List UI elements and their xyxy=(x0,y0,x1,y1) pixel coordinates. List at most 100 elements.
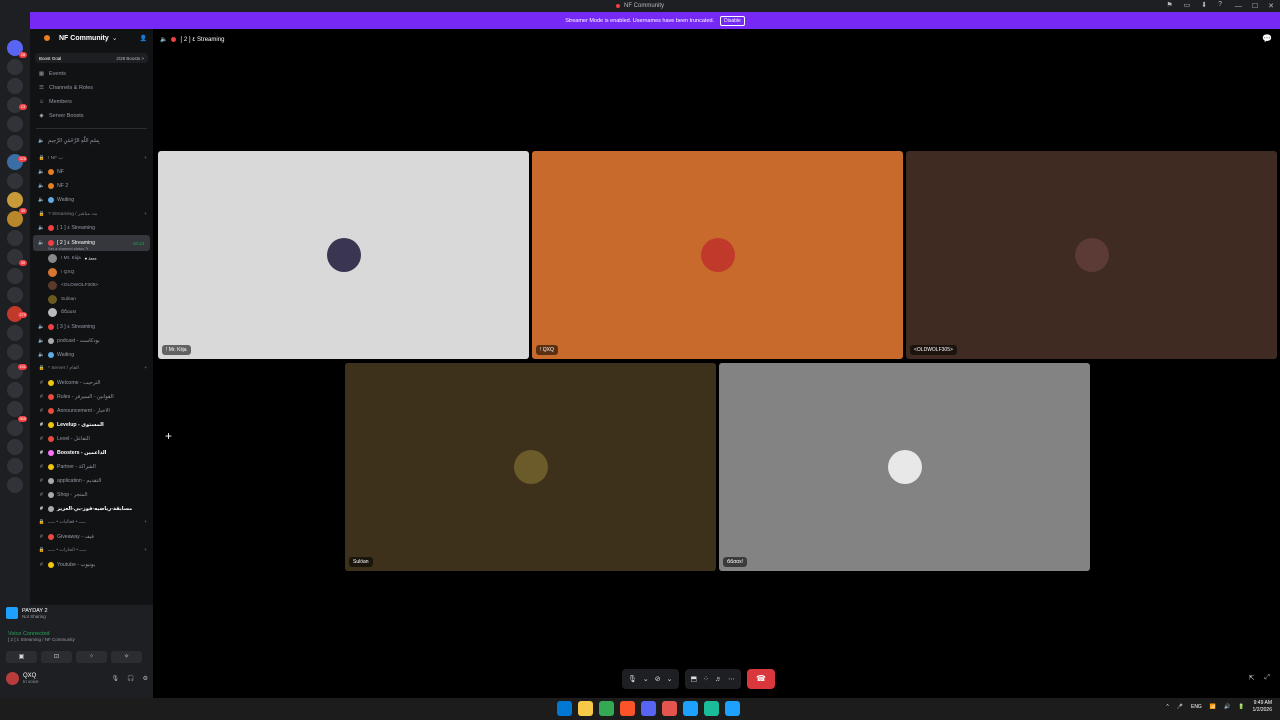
text-channel[interactable]: # Youtube - يوتيوب xyxy=(30,558,153,572)
server-icon[interactable] xyxy=(7,116,23,132)
voice-connected-info[interactable]: Voice Connected [ 2 ] ٤ Streaming / NF C… xyxy=(8,631,75,643)
voice-channel[interactable]: 🔈 NF xyxy=(30,165,153,179)
add-channel-icon[interactable]: + xyxy=(144,212,147,217)
tray-chevron-icon[interactable]: ^ xyxy=(1166,704,1168,710)
server-header[interactable]: NF Community ⌄ 👤 xyxy=(30,29,153,47)
text-channel[interactable]: # application - التقديم xyxy=(30,474,153,488)
sidebar-nav-channels-roles[interactable]: ☰ Channels & Roles xyxy=(30,81,153,95)
channel-category[interactable]: 🔒! NF ب + xyxy=(30,151,153,165)
taskbar-app-icon[interactable] xyxy=(725,701,740,716)
voice-channel[interactable]: 🔈 [ 3 ] ٤ Streaming xyxy=(30,320,153,334)
text-channel[interactable]: # Level - التفاعل xyxy=(30,432,153,446)
server-icon[interactable] xyxy=(7,59,23,75)
add-channel-icon[interactable]: + xyxy=(144,548,147,553)
popout-icon[interactable]: ⇱ xyxy=(1249,674,1255,682)
disable-streamer-mode-button[interactable]: Disable xyxy=(720,15,745,26)
activities-icon[interactable]: ⁘ xyxy=(703,675,709,683)
soundboard-icon[interactable]: ♬ xyxy=(715,676,722,683)
camera-off-button[interactable]: ▣ xyxy=(6,651,37,663)
channel-category[interactable]: 🔒 * Server / العام + xyxy=(30,362,153,376)
server-icon[interactable] xyxy=(7,192,23,208)
server-icon[interactable] xyxy=(7,344,23,360)
server-icon[interactable] xyxy=(7,173,23,189)
voice-member[interactable]: <OLDWOLF305> xyxy=(30,279,153,293)
bismillah-channel[interactable]: 🔈 بِسْمِ اللَّهِ الرَّحْمَٰنِ الرَّحِيمِ xyxy=(30,134,153,148)
boost-goal[interactable]: Boost Goal 2/28 Boosts > xyxy=(35,53,148,63)
mic-icon[interactable]: 🎙 xyxy=(112,675,120,682)
server-icon[interactable] xyxy=(7,268,23,284)
text-channel[interactable]: # Rules - القوانين - السيرفر xyxy=(30,390,153,404)
microphone-tray-icon[interactable]: 🎤 xyxy=(1177,704,1183,710)
add-channel-icon[interactable]: + xyxy=(144,520,147,525)
taskbar-app-icon[interactable] xyxy=(599,701,614,716)
channel-category[interactable]: 🔒 ـــــ • فعاليات • ـــــ + xyxy=(30,516,153,530)
voice-member[interactable]: Sulöan xyxy=(30,293,153,307)
taskbar-app-icon[interactable] xyxy=(662,701,677,716)
language-indicator[interactable]: ENG xyxy=(1191,704,1202,710)
soundboard-button[interactable]: ✧ xyxy=(111,651,142,663)
voice-member[interactable]: ! QXQ xyxy=(30,266,153,280)
voice-channel[interactable]: 🔈 NF 2 xyxy=(30,179,153,193)
chevron-down-icon[interactable]: ⌄ xyxy=(643,675,649,683)
server-icon[interactable] xyxy=(7,382,23,398)
add-member-icon[interactable]: 👤 xyxy=(140,35,147,42)
text-channel[interactable]: # Welcome - الترحيب xyxy=(30,376,153,390)
text-channel[interactable]: # Partner - الشراكة xyxy=(30,460,153,474)
screen-icon[interactable]: ▭ xyxy=(1184,1,1191,9)
clock[interactable]: 9:49 AM 1/2/2026 xyxy=(1253,700,1272,714)
mic-icon[interactable]: 🎙 xyxy=(628,675,637,683)
channel-category[interactable]: 🔒? Streaming / بث مباشر + xyxy=(30,207,153,221)
text-channel[interactable]: # Boosters - الداعمين xyxy=(30,446,153,460)
voice-channel[interactable]: 🔈 [ 1 ] ٤ Streaming xyxy=(30,221,153,235)
maximize-button[interactable]: ☐ xyxy=(1252,2,1258,10)
server-icon[interactable] xyxy=(7,287,23,303)
leave-call-button[interactable]: ☎ xyxy=(747,669,776,689)
video-tile[interactable]: <OLDWOLF305> xyxy=(906,151,1277,359)
video-tile[interactable]: ճճααѕ! xyxy=(719,363,1090,571)
sidebar-nav-members[interactable]: ☺ Members xyxy=(30,95,153,109)
voice-channel[interactable]: 🔈 Waiting xyxy=(30,348,153,362)
wifi-icon[interactable]: 📶 xyxy=(1210,704,1216,710)
add-channel-icon[interactable]: + xyxy=(144,156,147,161)
server-icon[interactable] xyxy=(7,78,23,94)
help-icon[interactable]: ? xyxy=(1218,1,1222,9)
taskbar-app-icon[interactable] xyxy=(641,701,656,716)
fullscreen-icon[interactable]: ⤢ xyxy=(1264,674,1270,682)
server-icon[interactable] xyxy=(7,477,23,493)
headphones-icon[interactable]: 🎧 xyxy=(127,675,134,682)
volume-icon[interactable]: 🔊 xyxy=(1224,704,1230,710)
server-icon[interactable] xyxy=(7,230,23,246)
sidebar-nav-events[interactable]: ▦ Events xyxy=(30,67,153,81)
gear-icon[interactable]: ⚙ xyxy=(143,675,148,682)
voice-channel[interactable]: 🔈 Waiting xyxy=(30,193,153,207)
close-button[interactable]: ✕ xyxy=(1268,2,1274,10)
server-icon[interactable] xyxy=(7,458,23,474)
server-icon[interactable] xyxy=(7,325,23,341)
chevron-down-icon[interactable]: ⌄ xyxy=(667,675,673,683)
voice-member[interactable]: ! Mr. Kiija ♥ Jaxx xyxy=(30,252,153,266)
inbox-flag-icon[interactable]: ⚑ xyxy=(1166,1,1172,9)
screen-share-icon[interactable]: ⬒ xyxy=(691,675,698,683)
taskbar-app-icon[interactable] xyxy=(620,701,635,716)
taskbar-app-icon[interactable] xyxy=(557,701,572,716)
taskbar-app-icon[interactable] xyxy=(704,701,719,716)
sidebar-nav-server-boosts[interactable]: ◆ Server Boosts xyxy=(30,109,153,123)
voice-member[interactable]: ճճααѕ! xyxy=(30,306,153,320)
server-icon[interactable] xyxy=(7,401,23,417)
text-channel[interactable]: # Announcement - الاخبار xyxy=(30,404,153,418)
video-tile[interactable]: Sulöan xyxy=(345,363,716,571)
activities-button[interactable]: ⁘ xyxy=(76,651,107,663)
server-icon[interactable] xyxy=(7,135,23,151)
download-icon[interactable]: ⬇ xyxy=(1201,1,1207,9)
avatar[interactable] xyxy=(6,672,19,685)
screen-share-button[interactable]: ⊡ xyxy=(41,651,72,663)
video-tile[interactable]: ! QXQ xyxy=(532,151,903,359)
voice-channel[interactable]: 🔈 podcast - بودكاست xyxy=(30,334,153,348)
text-channel[interactable]: # Shop - المتجر xyxy=(30,488,153,502)
server-icon[interactable] xyxy=(7,439,23,455)
add-channel-icon[interactable]: + xyxy=(144,366,147,371)
taskbar-app-icon[interactable] xyxy=(683,701,698,716)
chat-bubble-icon[interactable]: 💬 xyxy=(1262,34,1272,43)
text-channel[interactable]: # Levelup - المستوى xyxy=(30,418,153,432)
taskbar-app-icon[interactable] xyxy=(578,701,593,716)
